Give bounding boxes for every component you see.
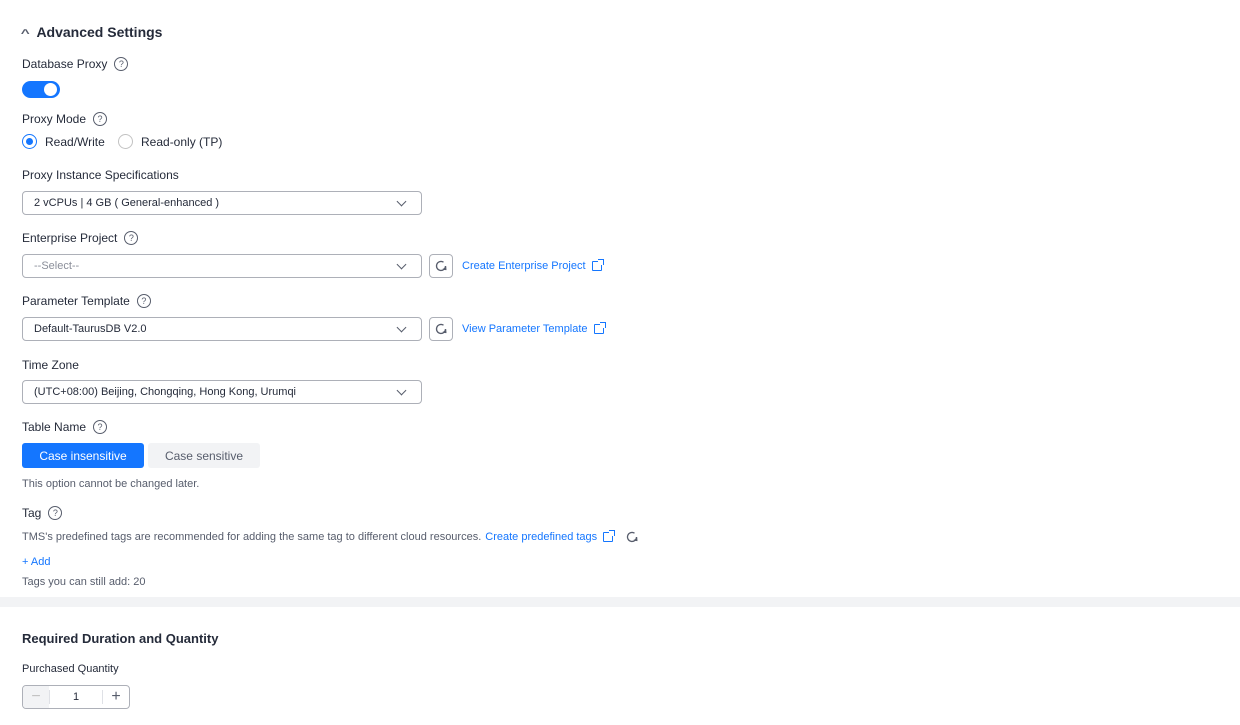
tag-description-row: TMS's predefined tags are recommended fo… <box>22 530 639 544</box>
chevron-down-icon <box>396 259 407 269</box>
tags-remaining: Tags you can still add: 20 <box>22 576 146 588</box>
tag-description: TMS's predefined tags are recommended fo… <box>22 531 482 543</box>
external-link-icon <box>593 322 606 334</box>
view-parameter-template-link[interactable]: View Parameter Template <box>462 322 606 335</box>
external-link-icon <box>591 259 604 271</box>
chevron-up-icon[interactable]: ^ <box>21 28 30 40</box>
time-zone-label: Time Zone <box>22 358 79 372</box>
create-enterprise-project-text: Create Enterprise Project <box>462 260 586 272</box>
proxy-spec-select[interactable]: 2 vCPUs | 4 GB ( General-enhanced ) <box>22 191 422 215</box>
enterprise-project-placeholder: --Select-- <box>34 260 80 272</box>
time-zone-text: Time Zone <box>22 358 79 372</box>
refresh-enterprise-button[interactable] <box>429 254 453 278</box>
radio-read-write[interactable]: Read/Write <box>22 134 105 149</box>
advanced-settings-title: Advanced Settings <box>36 24 163 40</box>
duration-section-title: Required Duration and Quantity <box>22 631 219 646</box>
table-name-label: Table Name ? <box>22 420 108 434</box>
parameter-template-value: Default-TaurusDB V2.0 <box>34 323 147 335</box>
time-zone-select[interactable]: (UTC+08:00) Beijing, Chongqing, Hong Kon… <box>22 380 422 404</box>
help-icon[interactable]: ? <box>136 294 151 308</box>
advanced-settings-card: ^ Advanced Settings Database Proxy ? Prox… <box>0 0 1240 597</box>
refresh-icon <box>435 323 447 335</box>
proxy-spec-value: 2 vCPUs | 4 GB ( General-enhanced ) <box>34 197 220 209</box>
create-enterprise-project-link[interactable]: Create Enterprise Project <box>462 259 604 272</box>
proxy-mode-text: Proxy Mode <box>22 112 87 126</box>
add-tag-link[interactable]: + Add <box>22 556 50 568</box>
database-proxy-label: Database Proxy ? <box>22 57 129 71</box>
advanced-settings-header[interactable]: ^ Advanced Settings <box>21 24 163 40</box>
quantity-stepper: − 1 + <box>22 685 130 709</box>
refresh-icon <box>435 260 447 272</box>
chevron-down-icon <box>396 322 407 332</box>
radio-read-only-label: Read-only (TP) <box>141 134 223 149</box>
plus-button[interactable]: + <box>103 686 129 708</box>
duration-quantity-card: Required Duration and Quantity Purchased… <box>0 607 1240 725</box>
toggle-knob <box>44 83 57 96</box>
create-predefined-tags-text: Create predefined tags <box>485 531 598 543</box>
table-name-segmented: Case insensitive Case sensitive <box>22 443 260 468</box>
purchased-quantity-text: Purchased Quantity <box>22 663 119 675</box>
purchased-quantity-label: Purchased Quantity <box>22 663 119 675</box>
view-parameter-template-text: View Parameter Template <box>462 323 588 335</box>
help-icon[interactable]: ? <box>93 420 108 434</box>
database-proxy-toggle[interactable] <box>22 81 60 98</box>
enterprise-project-text: Enterprise Project <box>22 231 118 245</box>
radio-read-only[interactable]: Read-only (TP) <box>118 134 222 149</box>
tag-text: Tag <box>22 506 42 520</box>
chevron-down-icon <box>396 385 407 395</box>
proxy-spec-label: Proxy Instance Specifications <box>22 168 179 182</box>
parameter-template-label: Parameter Template ? <box>22 294 151 308</box>
help-icon[interactable]: ? <box>93 112 108 126</box>
proxy-spec-text: Proxy Instance Specifications <box>22 168 179 182</box>
create-predefined-tags-link[interactable]: Create predefined tags <box>485 530 616 543</box>
time-zone-value: (UTC+08:00) Beijing, Chongqing, Hong Kon… <box>34 386 297 398</box>
refresh-template-button[interactable] <box>429 317 453 341</box>
database-proxy-text: Database Proxy <box>22 57 108 71</box>
proxy-mode-label: Proxy Mode ? <box>22 112 108 126</box>
table-name-hint: This option cannot be changed later. <box>22 478 200 490</box>
case-insensitive-button[interactable]: Case insensitive <box>22 443 144 468</box>
case-sensitive-button[interactable]: Case sensitive <box>148 443 260 468</box>
external-link-icon <box>603 530 616 542</box>
radio-read-write-label: Read/Write <box>45 134 105 149</box>
radio-unchecked-icon <box>118 134 133 149</box>
enterprise-project-select[interactable]: --Select-- <box>22 254 422 278</box>
parameter-template-select[interactable]: Default-TaurusDB V2.0 <box>22 317 422 341</box>
help-icon[interactable]: ? <box>48 506 63 520</box>
refresh-icon[interactable] <box>625 530 639 544</box>
tag-label: Tag ? <box>22 506 63 520</box>
chevron-down-icon <box>396 196 407 206</box>
help-icon[interactable]: ? <box>114 57 129 71</box>
help-icon[interactable]: ? <box>124 231 139 245</box>
table-name-text: Table Name <box>22 420 87 434</box>
parameter-template-text: Parameter Template <box>22 294 130 308</box>
minus-button[interactable]: − <box>23 686 49 708</box>
enterprise-project-label: Enterprise Project ? <box>22 231 139 245</box>
radio-checked-icon <box>22 134 37 149</box>
quantity-value[interactable]: 1 <box>49 690 103 704</box>
